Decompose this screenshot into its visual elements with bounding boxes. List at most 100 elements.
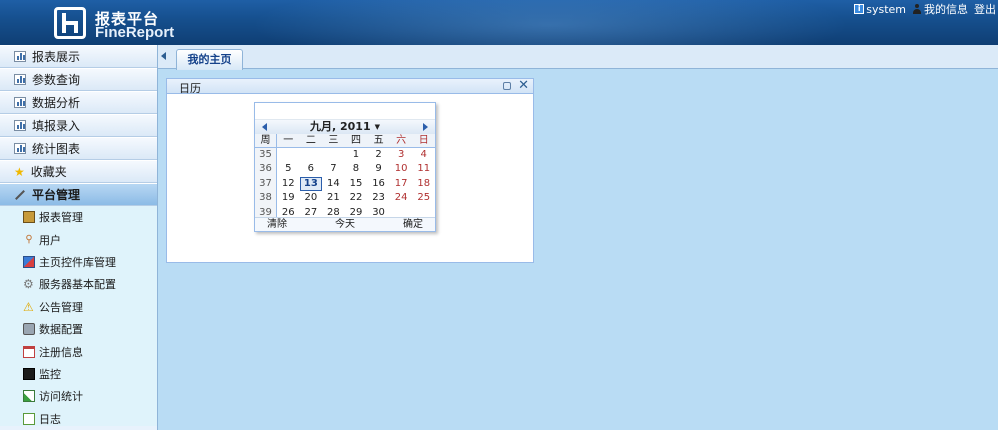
calendar-grid: 周 一 二 三 四 五 六 日 35 1 2 3 4 36 5 6 7 8 9 …: [255, 134, 435, 220]
my-info-link[interactable]: 我的信息: [912, 1, 968, 17]
today-button[interactable]: 今天: [335, 218, 355, 231]
day-cell[interactable]: 17: [390, 177, 413, 191]
week-number: 36: [255, 162, 277, 177]
week-number: 35: [255, 148, 277, 163]
sidebar-item-report-display[interactable]: 报表展示: [0, 45, 157, 68]
bar-chart-icon: [14, 51, 26, 62]
sidebar-item-label: 填报录入: [32, 119, 81, 133]
my-info-label: 我的信息: [924, 3, 968, 16]
day-cell[interactable]: 8: [345, 162, 368, 176]
user-icon: [912, 4, 922, 14]
day-cell[interactable]: 4: [412, 148, 435, 162]
submenu-item-report-management[interactable]: 报表管理: [0, 206, 157, 228]
day-cell[interactable]: 22: [345, 191, 368, 205]
sidebar-item-label: 报表展示: [32, 50, 81, 64]
system-link[interactable]: i system: [854, 3, 906, 16]
day-cell[interactable]: 19: [277, 191, 300, 205]
bar-chart-icon: [14, 120, 26, 131]
day-cell[interactable]: 12: [277, 177, 300, 191]
submenu-item-monitor[interactable]: 监控: [0, 363, 157, 385]
weekday-header: 三: [322, 134, 345, 148]
day-cell[interactable]: 24: [390, 191, 413, 205]
submenu-item-widget-library[interactable]: 主页控件库管理: [0, 251, 157, 273]
day-cell[interactable]: 20: [300, 191, 323, 205]
close-icon[interactable]: ✕: [518, 78, 529, 93]
weekday-header: 四: [344, 134, 368, 148]
day-cell[interactable]: 11: [412, 162, 435, 176]
day-cell[interactable]: 6: [300, 162, 323, 176]
day-cell[interactable]: 25: [412, 191, 435, 205]
submenu-item-label: 公告管理: [39, 300, 83, 314]
submenu-item-access-stats[interactable]: 访问统计: [0, 385, 157, 407]
database-icon: [23, 323, 35, 336]
submenu-item-label: 主页控件库管理: [39, 255, 116, 269]
weekday-header: 日: [412, 134, 435, 148]
weekday-header: 六: [389, 134, 413, 148]
day-cell[interactable]: 7: [322, 162, 345, 176]
sidebar-item-label: 参数查询: [32, 73, 81, 87]
day-cell[interactable]: 5: [277, 162, 300, 176]
sidebar-item-label: 平台管理: [32, 188, 81, 202]
widget-library-icon: [23, 255, 35, 268]
logout-label: 登出: [974, 3, 996, 16]
logo-icon: [54, 7, 86, 39]
submenu-item-label: 数据配置: [39, 323, 83, 337]
day-cell[interactable]: 10: [390, 162, 413, 176]
submenu-item-registration[interactable]: 注册信息: [0, 340, 157, 362]
day-cell[interactable]: 21: [322, 191, 345, 205]
sidebar-item-platform-management[interactable]: 平台管理: [0, 183, 157, 206]
submenu-item-server-config[interactable]: ⚙ 服务器基本配置: [0, 273, 157, 295]
day-cell[interactable]: 23: [367, 191, 390, 205]
calendar-panel: 日历 ✕ 九月, 2011 ▼ 周 一 二 三 四 五 六 日 35 1 2 3…: [166, 78, 534, 263]
day-cell[interactable]: 18: [412, 177, 435, 191]
day-cell: [277, 148, 300, 162]
system-label: system: [866, 2, 906, 16]
day-cell[interactable]: 14: [322, 177, 345, 191]
submenu-item-label: 监控: [39, 367, 61, 381]
bar-chart-icon: [14, 74, 26, 85]
ok-button[interactable]: 确定: [403, 218, 423, 231]
month-selector[interactable]: 九月, 2011 ▼: [255, 120, 435, 134]
clear-button[interactable]: 清除: [267, 218, 287, 231]
app-header: 报表平台 FineReport i system 我的信息 登出: [0, 0, 998, 45]
weekday-header: 一: [277, 134, 300, 148]
sidebar-item-favorites[interactable]: ★ 收藏夹: [0, 160, 157, 183]
day-cell[interactable]: 16: [367, 177, 390, 191]
submenu-item-label: 用户: [39, 233, 61, 247]
panel-title: 日历: [179, 82, 201, 95]
day-cell[interactable]: 9: [367, 162, 390, 176]
warning-icon: ⚠: [23, 299, 34, 314]
submenu-item-announcement[interactable]: ⚠ 公告管理: [0, 296, 157, 318]
star-icon: ★: [14, 164, 25, 179]
day-cell[interactable]: 15: [345, 177, 368, 191]
day-cell-today[interactable]: 13: [299, 176, 323, 192]
bar-chart-icon: [14, 97, 26, 108]
weekday-header: 二: [299, 134, 323, 148]
sidebar-item-label: 数据分析: [32, 96, 81, 110]
chevron-down-icon: ▼: [374, 123, 380, 131]
submenu-item-data-config[interactable]: 数据配置: [0, 318, 157, 340]
sidebar-item-data-analysis[interactable]: 数据分析: [0, 91, 157, 114]
gear-icon: ⚙: [23, 277, 34, 292]
system-icon: i: [854, 4, 865, 14]
day-cell[interactable]: 3: [390, 148, 413, 162]
day-cell[interactable]: 1: [345, 148, 368, 162]
tab-scroll-left-icon[interactable]: [161, 52, 166, 60]
day-cell[interactable]: 2: [367, 148, 390, 162]
header-decoration: [250, 0, 850, 45]
tab-my-homepage[interactable]: 我的主页: [176, 49, 243, 70]
report-manage-icon: [23, 211, 35, 224]
logout-link[interactable]: 登出: [974, 1, 996, 17]
submenu-item-log[interactable]: 日志: [0, 408, 157, 430]
sidebar-item-parameter-query[interactable]: 参数查询: [0, 68, 157, 91]
submenu-item-users[interactable]: ⚲ 用户: [0, 228, 157, 250]
next-month-icon[interactable]: [423, 123, 428, 131]
sidebar-item-data-entry[interactable]: 填报录入: [0, 114, 157, 137]
maximize-icon[interactable]: [503, 82, 511, 90]
submenu-item-label: 报表管理: [39, 211, 83, 225]
sidebar: 报表展示 参数查询 数据分析 填报录入 统计图表 ★ 收藏夹 平台管理 报表管理…: [0, 45, 158, 430]
sidebar-item-statistics-chart[interactable]: 统计图表: [0, 137, 157, 160]
submenu-item-label: 注册信息: [39, 345, 83, 359]
date-picker-input-area: [255, 103, 435, 120]
panel-header: 日历 ✕: [167, 78, 533, 95]
